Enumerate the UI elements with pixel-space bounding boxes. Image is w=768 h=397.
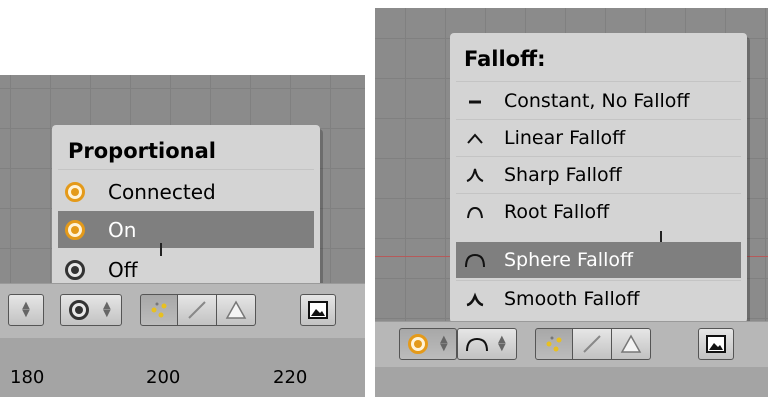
menu-item-label: Sphere Falloff [504,249,634,271]
proportional-editing-panel: Proportional Connected On Off ▲ ▼ ▲ ▼ 18… [0,0,365,397]
timeline-ruler[interactable]: 180 200 220 [0,359,365,397]
proportional-off-icon [69,300,89,320]
menu-item-label: Connected [108,179,216,204]
timeline-header [375,367,768,385]
menu-title: Proportional [68,139,216,163]
menu-item-smooth[interactable]: Smooth Falloff [456,281,741,317]
mode-select-button[interactable]: ▲ ▼ [8,294,44,326]
proportional-off-icon [64,259,86,281]
proportional-edit-select[interactable]: ▲ ▼ [399,328,457,360]
menu-item-label: On [108,217,137,242]
menu-separator [58,169,314,170]
menu-item-label: Smooth Falloff [504,288,640,310]
proportional-edit-select[interactable]: ▲ ▼ [60,294,122,326]
vertex-select-icon [151,302,167,318]
proportional-on-icon [64,219,86,241]
menu-item-sharp[interactable]: Sharp Falloff [456,157,741,193]
timeline-ruler[interactable] [375,385,768,397]
menu-item-sphere[interactable]: Sphere Falloff [456,242,741,278]
vertex-select-button[interactable] [140,294,178,326]
proportional-on-icon [408,334,428,354]
menu-item-label: Constant, No Falloff [504,90,690,112]
timeline-header [0,338,365,359]
face-select-icon [620,334,642,353]
menu-item-label: Root Falloff [504,201,610,223]
menu-item-on[interactable]: On [58,211,314,248]
menu-item-label: Linear Falloff [504,127,626,149]
image-icon [308,301,328,319]
falloff-panel: Falloff: Constant, No Falloff Linear Fal… [375,0,768,397]
menu-separator [456,81,741,82]
menu-item-root[interactable]: Root Falloff [456,194,741,230]
render-button[interactable] [300,294,336,326]
updown-arrows-icon: ▲ ▼ [440,334,448,353]
render-button[interactable] [698,328,734,360]
edge-select-icon [188,301,206,319]
image-icon [706,335,726,353]
face-select-button[interactable] [216,294,256,326]
frame-label: 200 [146,367,181,388]
updown-arrows-icon: ▲ ▼ [498,334,506,353]
face-select-button[interactable] [611,328,651,360]
face-select-icon [225,300,247,319]
updown-arrows-icon: ▲ ▼ [22,300,30,319]
sphere-falloff-icon [462,249,488,271]
smooth-falloff-icon [462,288,488,310]
root-falloff-icon [462,201,488,223]
menu-title: Falloff: [464,47,546,71]
falloff-select[interactable]: ▲ ▼ [457,328,517,360]
constant-falloff-icon [462,90,488,112]
linear-falloff-icon [462,127,488,149]
frame-label: 180 [10,367,45,388]
viewport-header-toolbar: ▲ ▼ ▲ ▼ [0,283,365,339]
edge-select-button[interactable] [572,328,612,360]
edge-select-button[interactable] [177,294,217,326]
sharp-falloff-icon [462,164,488,186]
mouse-cursor [160,243,162,256]
menu-item-constant[interactable]: Constant, No Falloff [456,83,741,119]
updown-arrows-icon: ▲ ▼ [103,300,111,319]
menu-item-label: Off [108,257,138,282]
edge-select-icon [583,335,601,353]
proportional-connected-icon [64,181,86,203]
vertex-select-icon [546,336,562,352]
frame-label: 220 [273,367,308,388]
proportional-menu: Proportional Connected On Off [52,125,320,290]
menu-item-connected[interactable]: Connected [58,173,314,210]
menu-item-label: Sharp Falloff [504,164,622,186]
falloff-menu: Falloff: Constant, No Falloff Linear Fal… [450,33,747,323]
vertex-select-button[interactable] [535,328,573,360]
menu-item-linear[interactable]: Linear Falloff [456,120,741,156]
sphere-falloff-icon [466,337,488,352]
viewport-header-toolbar: ▲ ▼ ▲ ▼ [375,321,768,368]
